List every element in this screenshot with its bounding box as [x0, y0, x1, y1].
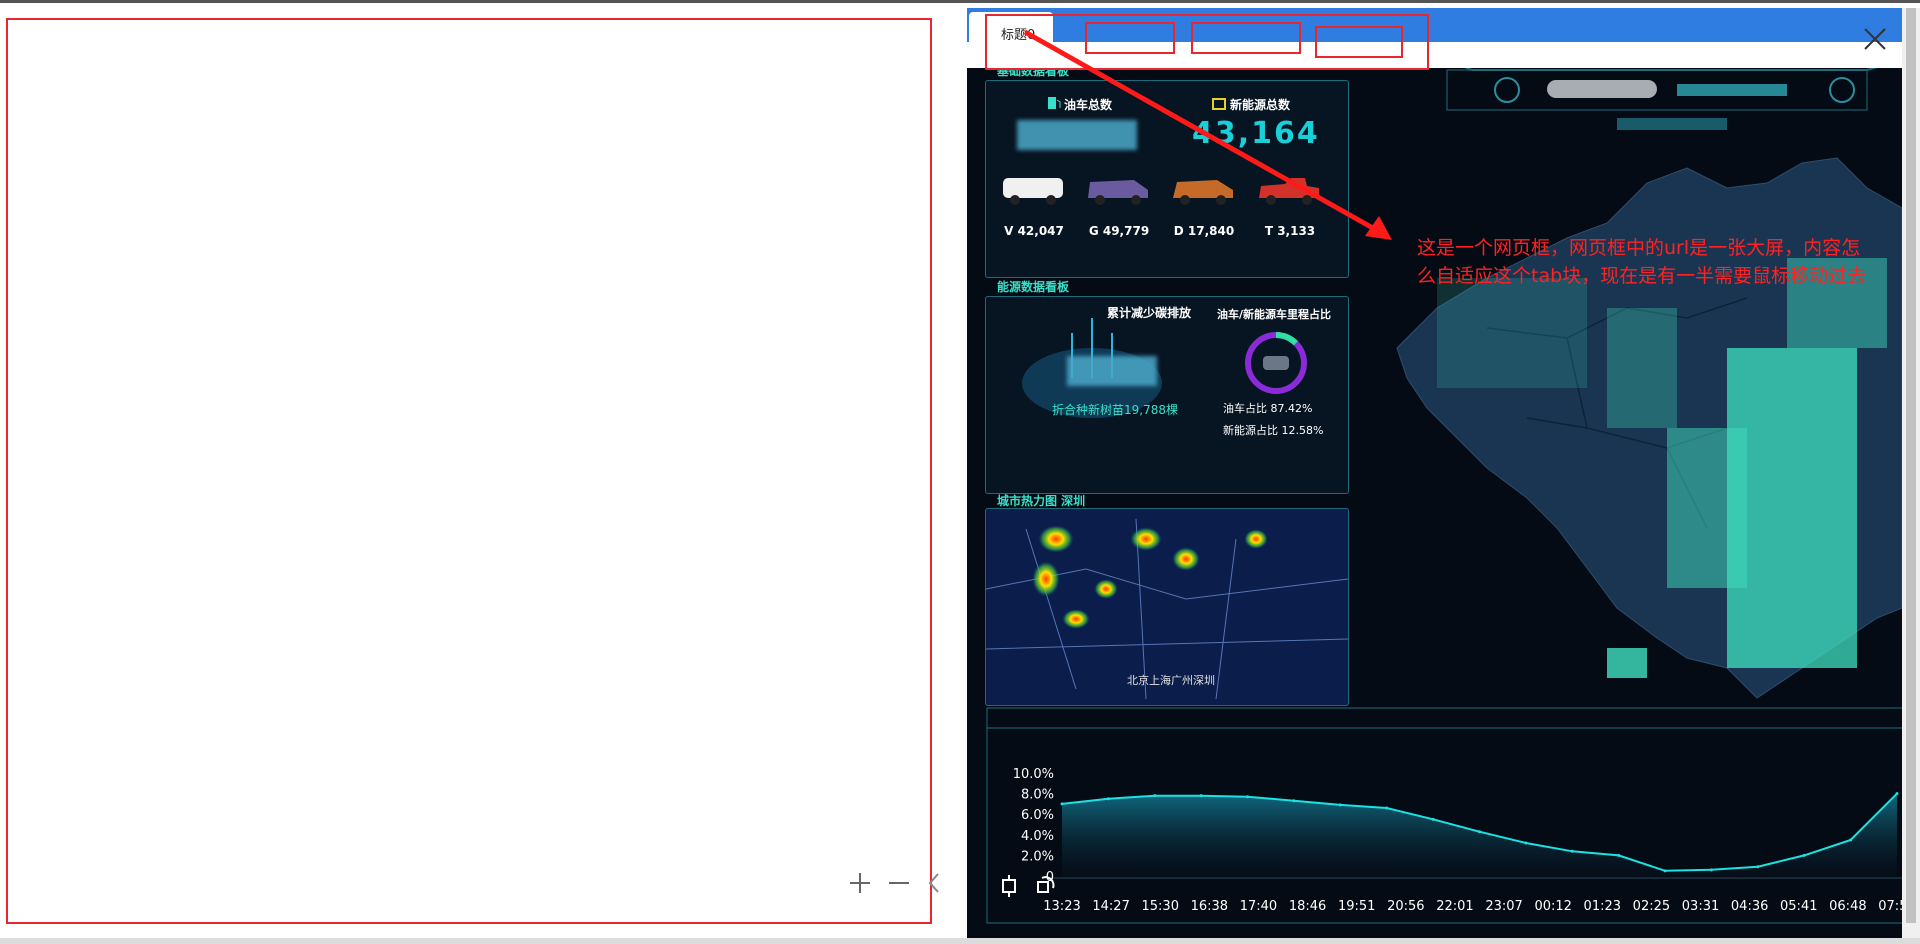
series-point — [1663, 869, 1667, 873]
earth-tree-illustration — [1022, 318, 1162, 418]
series-point — [1802, 853, 1806, 857]
carbon-reduction-label: 累计减少碳排放 — [1107, 306, 1192, 320]
fuel-ratio-legend: 油车占比 87.42% — [1223, 402, 1313, 415]
series-point — [1756, 865, 1760, 869]
x-tick-label: 15:30 — [1142, 899, 1179, 914]
vertical-scrollbar[interactable] — [1902, 8, 1920, 938]
zoom-out-button[interactable] — [886, 870, 916, 896]
y-tick-label: 6.0% — [1021, 808, 1054, 823]
x-tick-label: 07:52 — [1878, 899, 1902, 914]
series-point — [1431, 817, 1435, 821]
minus-icon — [889, 882, 909, 884]
series-point — [1153, 794, 1157, 798]
x-tick-label: 04:36 — [1731, 899, 1768, 914]
mileage-ratio-donut — [1245, 332, 1307, 394]
series-point — [1524, 841, 1528, 845]
mileage-ratio-title: 油车/新能源车里程占比 — [1217, 308, 1332, 321]
x-tick-label: 02:25 — [1633, 899, 1670, 914]
window-top-edge — [0, 0, 1920, 3]
scrollbar-thumb[interactable] — [1906, 8, 1916, 923]
left-pane-annotation-frame — [6, 18, 932, 924]
bottom-area-chart: 10.0%8.0%6.0%4.0%2.0%013:23 14:27 15:30 16:… — [1013, 767, 1902, 914]
series-point — [1292, 799, 1296, 803]
y-tick-label: 8.0% — [1021, 788, 1054, 803]
x-tick-label: 16:38 — [1191, 899, 1228, 914]
x-tick-label: 06:48 — [1829, 899, 1866, 914]
series-point — [1709, 868, 1713, 872]
series-point — [1849, 838, 1853, 842]
y-tick-label: 2.0% — [1021, 849, 1054, 864]
series-point — [1199, 794, 1203, 798]
annotation-arrow — [1023, 29, 1392, 240]
series-point — [1246, 795, 1250, 799]
series-point — [1060, 802, 1064, 806]
series-point — [1617, 853, 1621, 857]
carbon-value-blurred — [1067, 356, 1157, 386]
x-tick-label: 23:07 — [1485, 899, 1522, 914]
plus-icon — [850, 873, 870, 893]
bottom-edge — [0, 938, 1920, 944]
iframe-pane: 基础数据看板 油车总数 新能源总数 43,164 V 42,047 G 49,7… — [967, 8, 1902, 938]
series-point — [1106, 797, 1110, 801]
x-tick-label: 17:40 — [1240, 899, 1277, 914]
chevron-left-icon — [928, 873, 939, 893]
zoom-in-button[interactable] — [847, 870, 877, 896]
x-tick-label: 01:23 — [1584, 899, 1621, 914]
prev-button[interactable] — [926, 870, 956, 896]
series-point — [1570, 849, 1574, 853]
heatmap-panel-title: 城市热力图 深圳 — [997, 494, 1086, 508]
x-tick-label: 20:56 — [1387, 899, 1424, 914]
x-tick-label: 03:31 — [1682, 899, 1719, 914]
y-tick-label: 10.0% — [1013, 767, 1054, 782]
x-tick-label: 05:41 — [1780, 899, 1817, 914]
y-tick-label: 4.0% — [1021, 829, 1054, 844]
tree-equivalent-text: 折合种新树苗19,788棵 — [1052, 403, 1178, 417]
x-tick-label: 13:23 — [1043, 899, 1080, 914]
energy-panel-title: 能源数据看板 — [997, 280, 1070, 294]
series-point — [1478, 830, 1481, 834]
ev-ratio-legend: 新能源占比 12.58% — [1223, 424, 1324, 437]
x-tick-label: 00:12 — [1534, 899, 1571, 914]
series-point — [1385, 806, 1389, 810]
series-point — [1338, 803, 1342, 807]
annotation-note-line1: 这是一个网页框，网页框中的url是一张大屏，内容怎 — [1417, 237, 1861, 259]
x-tick-label: 14:27 — [1092, 899, 1129, 914]
series-point — [1895, 792, 1899, 796]
x-tick-label: 18:46 — [1289, 899, 1326, 914]
x-tick-label: 19:51 — [1338, 899, 1375, 914]
x-tick-label: 22:01 — [1436, 899, 1473, 914]
fit-screen-icon[interactable] — [997, 874, 1021, 898]
heatmap-city-labels: 北京上海广州深圳 — [1127, 674, 1215, 687]
annotation-note-line2: 么自适应这个tab块，现在是有一半需要鼠标移动过去 — [1417, 265, 1867, 287]
restore-icon[interactable] — [1033, 874, 1057, 898]
